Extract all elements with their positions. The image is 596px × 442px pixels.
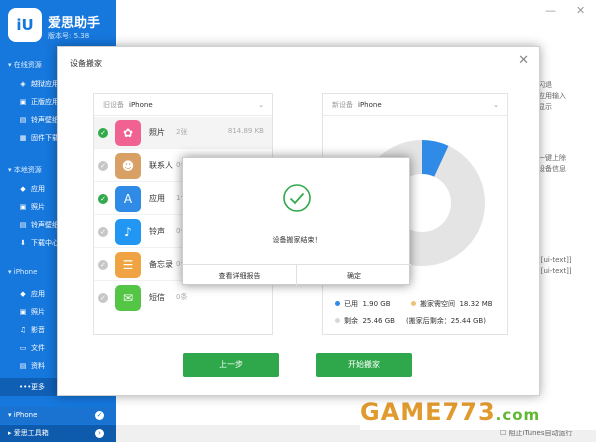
new-device-selector[interactable]: 新设备 iPhone ⌄ bbox=[323, 94, 507, 116]
item-label: 短信 bbox=[149, 293, 165, 302]
app-logo: iU bbox=[8, 8, 42, 42]
download-icon: ⬇ bbox=[20, 239, 26, 247]
background-text: 应用输入 bbox=[538, 92, 566, 100]
checkbox-unchecked[interactable]: ✓ bbox=[98, 293, 108, 303]
background-text: [[ui-text]] bbox=[538, 256, 572, 264]
arrow-right-icon: › bbox=[95, 429, 104, 438]
more-icon: ••• bbox=[19, 383, 32, 391]
appstore-icon: A bbox=[115, 186, 141, 212]
box-icon: ▦ bbox=[19, 134, 27, 142]
device-selector[interactable]: ▾ iPhone ✓ bbox=[0, 407, 116, 424]
legend-dot bbox=[335, 301, 340, 306]
checkbox-unchecked[interactable]: ✓ bbox=[98, 260, 108, 270]
previous-step-button[interactable]: 上一步 bbox=[183, 353, 279, 377]
view-report-button[interactable]: 查看详细报告 bbox=[183, 264, 297, 286]
watermark-logo: GAME773.com bbox=[360, 398, 596, 430]
completion-message: 设备搬家结束！ bbox=[272, 236, 322, 244]
checkbox-unchecked[interactable]: ✓ bbox=[98, 161, 108, 171]
photo-icon: ▣ bbox=[19, 203, 27, 211]
start-migration-button[interactable]: 开始搬家 bbox=[316, 353, 412, 377]
modal-title: 设备搬家 bbox=[70, 59, 102, 68]
item-size: 814.89 KB bbox=[227, 127, 264, 135]
close-icon[interactable]: ✕ bbox=[518, 53, 529, 68]
background-text: 显示 bbox=[538, 103, 552, 111]
background-panel: 闪退 应用输入 显示 一键上除 设备信息 [[ui-text]] [[ui-te… bbox=[538, 80, 596, 277]
folder-icon: ▭ bbox=[19, 344, 27, 352]
check-icon: ✓ bbox=[95, 411, 104, 420]
item-label: 照片 bbox=[149, 128, 165, 137]
close-window-button[interactable]: ✕ bbox=[576, 4, 585, 17]
photos-icon: ✿ bbox=[115, 120, 141, 146]
checkbox-checked[interactable]: ✓ bbox=[98, 128, 108, 138]
checkbox-unchecked[interactable]: ✓ bbox=[98, 227, 108, 237]
chevron-down-icon: ⌄ bbox=[258, 101, 264, 109]
contacts-icon: ☻ bbox=[115, 153, 141, 179]
old-device-selector[interactable]: 旧设备 iPhone ⌄ bbox=[94, 94, 272, 116]
item-label: 联系人 bbox=[149, 161, 173, 170]
item-label: 铃声 bbox=[149, 227, 165, 236]
apps-icon: ◆ bbox=[20, 185, 26, 193]
ok-button[interactable]: 确定 bbox=[297, 264, 411, 286]
image-icon: ▤ bbox=[19, 116, 27, 124]
messages-icon: ✉ bbox=[115, 285, 141, 311]
background-text: 一键上除 bbox=[538, 154, 566, 162]
document-icon: ▤ bbox=[19, 362, 27, 370]
apps-icon: ◆ bbox=[20, 290, 26, 298]
after-migration-note: (搬家后剩余：25.44 GB) bbox=[406, 317, 486, 325]
layers-icon: ◈ bbox=[20, 80, 26, 88]
app-version: 版本号: 5.38 bbox=[48, 32, 90, 40]
legend-used: 已用 1.90 GB bbox=[335, 299, 391, 309]
success-check-icon bbox=[283, 184, 311, 212]
legend-needed: 搬家需空间 18.32 MB bbox=[411, 299, 493, 309]
list-item-photos[interactable]: ✓ ✿ 照片 2张 814.89 KB bbox=[94, 117, 272, 149]
legend-free: 剩余 25.46 GB bbox=[335, 316, 395, 326]
toolbox-button[interactable]: ▸ 爱思工具箱 › bbox=[0, 425, 116, 442]
item-count: 2张 bbox=[176, 128, 188, 136]
image-icon: ▤ bbox=[19, 221, 27, 229]
background-text: [[ui-text]] bbox=[538, 267, 572, 275]
checkbox-checked[interactable]: ✓ bbox=[98, 194, 108, 204]
apps-icon: ▣ bbox=[19, 98, 27, 106]
photo-icon: ▣ bbox=[19, 308, 27, 316]
minimize-button[interactable]: — bbox=[545, 4, 556, 17]
app-title: 爱思助手 bbox=[48, 16, 101, 31]
legend-dot bbox=[411, 301, 416, 306]
background-text: 闪退 bbox=[538, 81, 552, 89]
item-label: 应用 bbox=[149, 194, 165, 203]
bell-icon: ♪ bbox=[115, 219, 141, 245]
completion-dialog: 设备搬家结束！ 查看详细报告 确定 bbox=[182, 157, 411, 286]
music-icon: ♫ bbox=[19, 326, 27, 334]
legend-dot bbox=[335, 318, 340, 323]
notes-icon: ☰ bbox=[115, 252, 141, 278]
chevron-down-icon: ⌄ bbox=[493, 101, 499, 109]
item-count: 0条 bbox=[176, 293, 188, 301]
background-text: 设备信息 bbox=[538, 165, 566, 173]
item-label: 备忘录 bbox=[149, 260, 173, 269]
